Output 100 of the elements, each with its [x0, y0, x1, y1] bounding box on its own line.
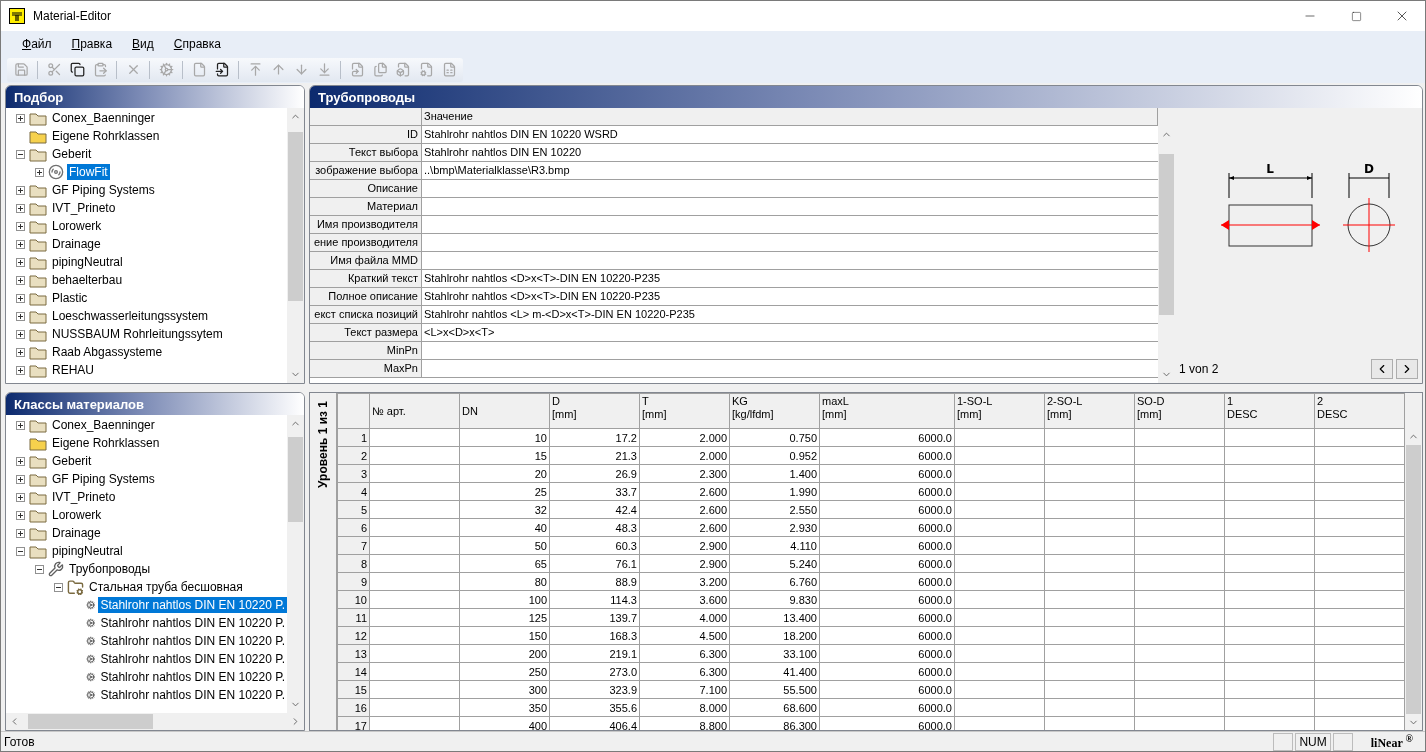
tree-item[interactable]: Стальная труба бесшовная [87, 579, 245, 595]
tree-item[interactable]: IVT_Prineto [50, 200, 118, 216]
document-table-icon [441, 62, 457, 77]
expand-button[interactable] [16, 474, 25, 484]
tree-item[interactable]: REHAU [50, 362, 96, 378]
gear-icon [86, 651, 96, 667]
expand-button[interactable] [16, 293, 25, 303]
expand-button[interactable] [16, 203, 25, 213]
tree-item[interactable]: Geberit [50, 453, 94, 469]
expand-button[interactable] [35, 167, 44, 177]
tree-item[interactable]: Stahlrohr nahtlos DIN EN 10220 P. [98, 597, 287, 613]
tree-item[interactable]: Stahlrohr nahtlos DIN EN 10220 P. [98, 633, 287, 649]
expand-button[interactable] [16, 239, 25, 249]
menu-item[interactable]: Вид [125, 34, 161, 53]
expand-button[interactable] [16, 347, 25, 357]
menu-item[interactable]: Правка [64, 34, 120, 53]
menu-item[interactable]: Файл [15, 34, 59, 53]
expand-button[interactable] [16, 420, 25, 430]
collapse-button[interactable] [54, 582, 63, 592]
tree-item[interactable]: Drainage [50, 236, 103, 252]
column-header[interactable]: KG [kg/lfdm] [729, 393, 820, 429]
collapse-button[interactable] [35, 564, 44, 574]
expand-button[interactable] [16, 456, 25, 466]
gear-icon [86, 615, 96, 631]
property-value[interactable]: Stahlrohr nahtlos DIN EN 10220 WSRD [422, 126, 1158, 143]
scroll-thumb[interactable] [288, 132, 303, 301]
tree-item[interactable]: Drainage [50, 525, 103, 541]
expand-button[interactable] [16, 221, 25, 231]
scroll-thumb[interactable] [1406, 445, 1421, 714]
expand-button[interactable] [16, 275, 25, 285]
scroll-thumb[interactable] [28, 714, 153, 729]
folder-icon [29, 344, 47, 360]
plus-icon [17, 240, 24, 248]
tree-item[interactable]: Lorowerk [50, 507, 104, 523]
tree-item[interactable]: Stahlrohr nahtlos DIN EN 10220 P. [98, 651, 287, 667]
column-header[interactable]: № арт. [369, 393, 460, 429]
column-header[interactable]: DN [459, 393, 550, 429]
expand-button[interactable] [16, 329, 25, 339]
expand-button[interactable] [16, 528, 25, 538]
tree-item[interactable]: FlowFit [67, 164, 110, 180]
column-header[interactable]: 1 DESC [1224, 393, 1315, 429]
folder-icon [29, 507, 47, 523]
folder-icon [29, 543, 47, 559]
tree-item[interactable]: Raab Abgassysteme [50, 344, 165, 360]
tree-item[interactable]: Conex_Baenninger [50, 417, 157, 433]
tree-item[interactable]: GF Piping Systems [50, 471, 157, 487]
window-title: Material-Editor [33, 9, 113, 23]
expand-button[interactable] [16, 365, 25, 375]
tree-item[interactable]: Conex_Baenninger [50, 110, 157, 126]
property-value[interactable]: ..\bmp\Materialklasse\R3.bmp [422, 162, 1158, 179]
horizontal-scrollbar[interactable] [6, 713, 304, 730]
tree-item[interactable]: Трубопроводы [67, 561, 152, 577]
tree-item[interactable]: Lorowerk [50, 218, 104, 234]
collapse-button[interactable] [16, 546, 25, 556]
tree-item[interactable]: Eigene Rohrklassen [50, 128, 162, 144]
property-label: Краткий текст [310, 270, 422, 287]
tree-item[interactable]: behaelterbau [50, 272, 125, 288]
property-value[interactable]: <L>x<D>x<T> [422, 324, 1158, 341]
expand-button[interactable] [16, 510, 25, 520]
column-header[interactable]: 1-SO-L [mm] [954, 393, 1045, 429]
folder-icon [29, 326, 47, 342]
scrollbar[interactable] [287, 108, 304, 383]
tree-item[interactable]: Stahlrohr nahtlos DIN EN 10220 P. [98, 615, 287, 631]
tree-item[interactable]: pipingNeutral [50, 543, 125, 559]
column-header[interactable]: T [mm] [639, 393, 730, 429]
column-header[interactable]: D [mm] [549, 393, 640, 429]
expand-button[interactable] [16, 492, 25, 502]
expand-button[interactable] [16, 185, 25, 195]
previous-button[interactable] [1371, 359, 1393, 379]
column-header[interactable]: maxL [mm] [819, 393, 955, 429]
property-value[interactable]: Stahlrohr nahtlos <D>x<T>-DIN EN 10220-P235 [422, 270, 1158, 287]
scrollbar[interactable] [287, 415, 304, 713]
folder-icon [29, 290, 47, 306]
tree-item[interactable]: Stahlrohr nahtlos DIN EN 10220 P. [98, 687, 287, 703]
column-header[interactable]: 2 DESC [1314, 393, 1405, 429]
tree-item[interactable]: GF Piping Systems [50, 182, 157, 198]
tree-item[interactable]: NUSSBAUM Rohrleitungssytem [50, 326, 225, 342]
scroll-thumb[interactable] [1159, 154, 1174, 315]
property-value[interactable]: Stahlrohr nahtlos <L> m-<D>x<T>-DIN EN 10220-P235 [422, 306, 1158, 323]
tree-item[interactable]: Loeschwasserleitungssystem [50, 308, 211, 324]
next-button[interactable] [1396, 359, 1418, 379]
property-value[interactable]: Stahlrohr nahtlos <D>x<T>-DIN EN 10220-P235 [422, 288, 1158, 305]
tree-item[interactable]: IVT_Prineto [50, 489, 118, 505]
folder-icon [29, 453, 47, 469]
tree-item[interactable]: pipingNeutral [50, 254, 125, 270]
menu-item[interactable]: Справка [166, 34, 228, 53]
column-header[interactable]: SO-D [mm] [1134, 393, 1225, 429]
scroll-thumb[interactable] [288, 437, 303, 522]
tree-item[interactable]: Geberit [50, 146, 94, 162]
expand-button[interactable] [16, 311, 25, 321]
property-value[interactable]: Stahlrohr nahtlos DIN EN 10220 [422, 144, 1158, 161]
expand-button[interactable] [16, 257, 25, 267]
tree-item[interactable]: Eigene Rohrklassen [50, 435, 162, 451]
collapse-button[interactable] [16, 149, 25, 159]
folder-icon [29, 182, 47, 198]
tree-item[interactable]: Plastic [50, 290, 90, 306]
property-label: ение производителя [310, 234, 422, 251]
tree-item[interactable]: Stahlrohr nahtlos DIN EN 10220 P. [98, 669, 287, 685]
expand-button[interactable] [16, 113, 25, 123]
column-header[interactable]: 2-SO-L [mm] [1044, 393, 1135, 429]
